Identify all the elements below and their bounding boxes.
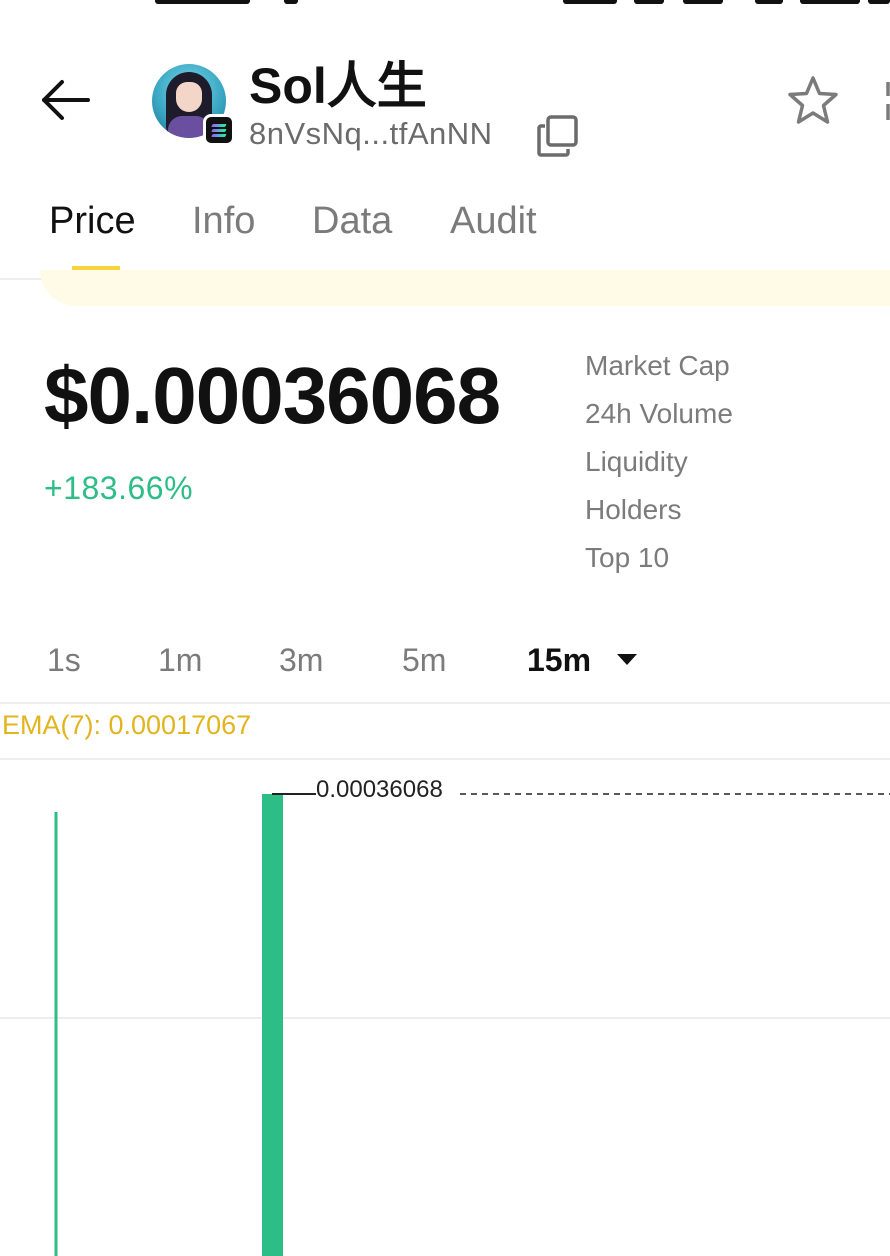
clock-fragment (155, 0, 250, 4)
price-change: +183.66% (44, 470, 194, 506)
star-icon (788, 76, 838, 124)
holders-label: Holders (585, 494, 682, 525)
tab-info[interactable]: Info (192, 200, 255, 243)
interval-5m[interactable]: 5m (402, 642, 446, 679)
liquidity-label: Liquidity (585, 446, 688, 477)
status-bar (0, 0, 890, 14)
current-price-tag: 0.00036068 (316, 776, 443, 803)
ema-indicator-label: EMA(7): 0.00017067 (2, 710, 252, 740)
interval-1m[interactable]: 1m (158, 642, 202, 679)
top10-label: Top 10 (585, 542, 670, 573)
notice-banner (40, 270, 890, 306)
signal-icon (800, 0, 860, 4)
battery-icon (868, 0, 890, 4)
copy-icon (537, 115, 578, 157)
interval-15m[interactable]: 15m (527, 642, 591, 679)
interval-1s[interactable]: 1s (47, 642, 81, 679)
current-price: $0.00036068 (44, 351, 501, 440)
token-stats: Market Cap 24h Volume Liquidity Holders … (585, 346, 733, 586)
signal-icon (755, 0, 783, 4)
token-name: Sol人生 (249, 58, 427, 114)
favorite-button[interactable] (786, 74, 840, 128)
interval-selector: 1s 1m 3m 5m 15m (0, 630, 890, 704)
interval-dropdown-icon[interactable] (617, 654, 637, 665)
token-address: 8nVsNq...tfAnNN (249, 116, 493, 151)
market-cap-label: Market Cap (585, 350, 730, 381)
alarm-icon (634, 0, 664, 4)
candlestick-chart (0, 793, 890, 1256)
arrow-left-icon (42, 80, 90, 120)
copy-address-button[interactable] (536, 114, 580, 158)
token-tabs: Price Info Data Audit (0, 190, 890, 280)
candle-body (262, 794, 283, 1256)
interval-3m[interactable]: 3m (279, 642, 323, 679)
indicator-row: EMA(7): 0.00017067 (0, 704, 890, 760)
solana-chain-icon (203, 114, 235, 146)
back-button[interactable] (36, 76, 96, 126)
status-icon (563, 0, 617, 4)
token-header: Sol人生 8nVsNq...tfAnNN (0, 40, 890, 170)
tab-audit[interactable]: Audit (450, 200, 537, 243)
tab-data[interactable]: Data (312, 200, 392, 243)
notification-icon (284, 0, 298, 4)
price-chart[interactable]: 0.00036068 (0, 760, 890, 1256)
volume-label: 24h Volume (585, 398, 733, 429)
share-icon[interactable] (880, 76, 890, 126)
status-icon (683, 0, 723, 4)
tab-price[interactable]: Price (49, 200, 136, 243)
